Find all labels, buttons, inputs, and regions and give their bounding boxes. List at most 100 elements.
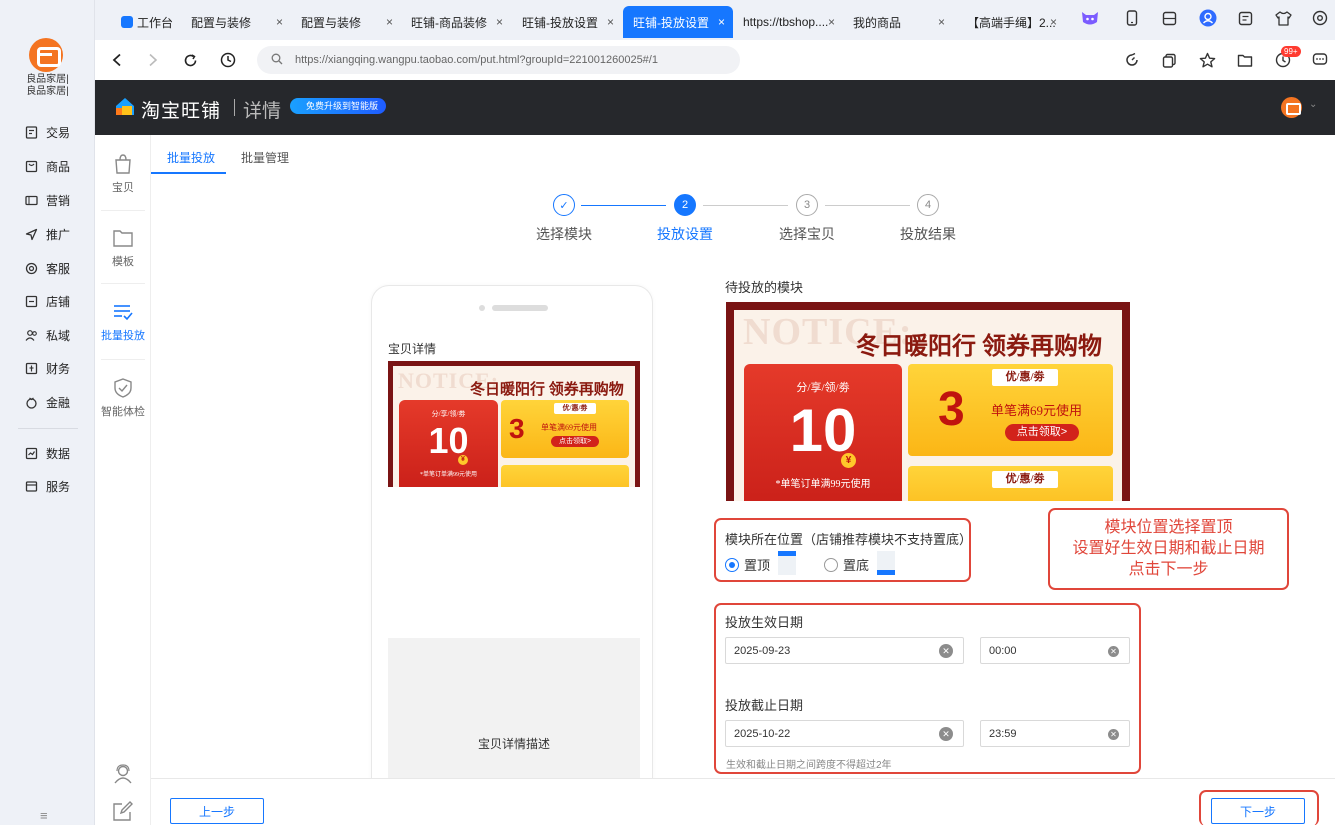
sidebar-item-goods[interactable]: 商品: [24, 156, 70, 176]
close-icon[interactable]: ×: [718, 15, 725, 29]
tab-put-settings-1[interactable]: 旺铺-投放设置 ×: [512, 6, 622, 38]
tab-batch-put[interactable]: 批量投放: [167, 149, 215, 166]
tab-goods-decor[interactable]: 旺铺-商品装修 ×: [401, 6, 511, 38]
notes-icon[interactable]: [1235, 8, 1255, 28]
sidebar-item-label: 店铺: [46, 294, 71, 309]
sidebar-item-data[interactable]: 数据: [24, 443, 70, 463]
step-3-label: 选择宝贝: [779, 226, 835, 242]
sidebar-item-marketing[interactable]: 营销: [24, 190, 70, 210]
sidebar-item-trade[interactable]: 交易: [24, 122, 70, 142]
history-icon[interactable]: [218, 50, 238, 70]
claim-button[interactable]: 点击领取>: [1005, 424, 1079, 441]
subnav-item-template[interactable]: 模板: [95, 227, 151, 269]
notification-badge: 99+: [1281, 46, 1301, 57]
url-bar[interactable]: https://xiangqing.wangpu.taobao.com/put.…: [257, 46, 740, 74]
note-line-2: 设置好生效日期和截止日期: [1072, 540, 1265, 557]
refresh-icon[interactable]: [180, 50, 200, 70]
red-coupon-title: 分/享/领/劵: [431, 410, 466, 418]
close-icon[interactable]: ×: [496, 15, 503, 29]
step-3-circle: 3: [796, 194, 818, 216]
sidebar-item-promotion[interactable]: 推广: [24, 224, 70, 244]
sidebar-item-banking[interactable]: 金融: [24, 392, 70, 412]
app-sidebar: 良品家居| 良品家居| 交易 商品 营销 推广 客服 店铺 私域 财务 金融 数…: [0, 0, 95, 825]
folder-icon[interactable]: [1235, 50, 1255, 70]
red-coupon-condition: *单笔订单满99元使用: [775, 479, 871, 490]
tab-tbshop[interactable]: https://tbshop.... ×: [733, 6, 843, 38]
shop-name-line2: 良品家居|: [26, 86, 69, 97]
end-date-input[interactable]: 2025-10-22 ✕: [725, 720, 964, 747]
tab-my-goods[interactable]: 我的商品 ×: [843, 6, 953, 38]
close-icon[interactable]: ×: [386, 15, 393, 29]
tab-put-settings-active[interactable]: 旺铺-投放设置 ×: [623, 6, 733, 38]
finance-icon: [24, 361, 38, 375]
banner-red-coupon: 分/享/领/劵 10 *单笔订单满99元使用: [399, 400, 498, 487]
close-icon[interactable]: ×: [1050, 15, 1057, 29]
collapse-menu-icon[interactable]: ≡: [40, 808, 48, 823]
prev-step-button[interactable]: 上一步: [170, 798, 264, 824]
brand-divider: [234, 99, 235, 116]
sidebar-item-service[interactable]: 客服: [24, 258, 70, 278]
subnav-item-batch-put[interactable]: 批量投放: [95, 301, 151, 343]
step-4-label: 投放结果: [900, 226, 956, 242]
clear-icon[interactable]: ✕: [939, 727, 953, 741]
clear-icon[interactable]: ✕: [1108, 729, 1119, 740]
gold-coupon-chip: 优/惠/劵: [554, 403, 596, 414]
clear-icon[interactable]: ✕: [939, 644, 953, 658]
sidebar-item-label: 金融: [46, 395, 71, 410]
star-icon[interactable]: [1197, 50, 1217, 70]
copy-icon[interactable]: [1159, 50, 1179, 70]
tab-config-1[interactable]: 配置与装修 ×: [181, 6, 291, 38]
start-date-label: 投放生效日期: [725, 615, 804, 630]
sidebar-item-label: 私域: [46, 328, 71, 343]
close-icon[interactable]: ×: [276, 15, 283, 29]
subnav-item-health-check[interactable]: 智能体检: [95, 377, 151, 419]
close-icon[interactable]: ×: [607, 15, 614, 29]
next-step-button[interactable]: 下一步: [1211, 798, 1305, 824]
start-time-input[interactable]: 00:00 ✕: [980, 637, 1130, 664]
assistant-icon[interactable]: [1080, 8, 1100, 28]
radio-top[interactable]: 置顶: [725, 555, 770, 574]
upgrade-badge[interactable]: 免费升级到智能版: [290, 98, 387, 114]
clear-icon[interactable]: ✕: [1108, 646, 1119, 657]
forward-icon[interactable]: [143, 50, 163, 70]
date-range-hint: 生效和截止日期之间跨度不得超过2年: [726, 760, 892, 771]
gold-coupon-condition: 单笔满69元使用: [991, 403, 1083, 418]
end-time-input[interactable]: 23:59 ✕: [980, 720, 1130, 747]
tab-label: 旺铺-商品装修: [411, 15, 487, 30]
start-date-input[interactable]: 2025-09-23 ✕: [725, 637, 964, 664]
back-icon[interactable]: [107, 50, 127, 70]
bookmark-panel-icon[interactable]: [1159, 8, 1179, 28]
ticket-icon: [24, 193, 38, 207]
reload-alt-icon[interactable]: [1122, 50, 1142, 70]
close-icon[interactable]: ×: [938, 15, 945, 29]
shirt-icon[interactable]: [1273, 8, 1293, 28]
customer-service-icon[interactable]: [112, 763, 134, 785]
chat-icon[interactable]: [1310, 50, 1330, 70]
home-icon: [121, 16, 133, 28]
subnav-divider: [101, 359, 145, 360]
subnav-item-goods[interactable]: 宝贝: [95, 153, 151, 195]
tab-bracelet[interactable]: 【高端手绳】2... ×: [957, 6, 1065, 38]
sidebar-item-finance[interactable]: 财务: [24, 358, 70, 378]
tab-label: 旺铺-投放设置: [522, 15, 598, 30]
user-avatar[interactable]: [1281, 97, 1302, 118]
radio-bottom[interactable]: 置底: [824, 555, 869, 574]
settings-icon[interactable]: [1310, 8, 1330, 28]
tab-label: 配置与装修: [191, 15, 252, 30]
sidebar-item-private[interactable]: 私域: [24, 325, 70, 345]
position-top-icon: [778, 551, 796, 575]
edit-icon[interactable]: [112, 800, 134, 822]
claim-button[interactable]: 点击领取>: [551, 436, 599, 447]
sidebar-item-services[interactable]: 服务: [24, 476, 70, 496]
instruction-note: 模块位置选择置顶 设置好生效日期和截止日期 点击下一步: [1048, 508, 1289, 590]
banner-gold-coupon-2: 优/惠/劵: [908, 466, 1113, 501]
shop-logo-icon[interactable]: [29, 38, 63, 72]
tab-batch-manage[interactable]: 批量管理: [241, 149, 289, 166]
tab-config-2[interactable]: 配置与装修 ×: [291, 6, 401, 38]
profile-icon[interactable]: [1198, 8, 1218, 28]
chevron-down-icon[interactable]: ⌄: [1309, 99, 1317, 110]
phone-icon[interactable]: [1122, 8, 1142, 28]
sidebar-item-store[interactable]: 店铺: [24, 291, 70, 311]
close-icon[interactable]: ×: [828, 15, 835, 29]
tab-label: 【高端手绳】2...: [967, 15, 1056, 30]
